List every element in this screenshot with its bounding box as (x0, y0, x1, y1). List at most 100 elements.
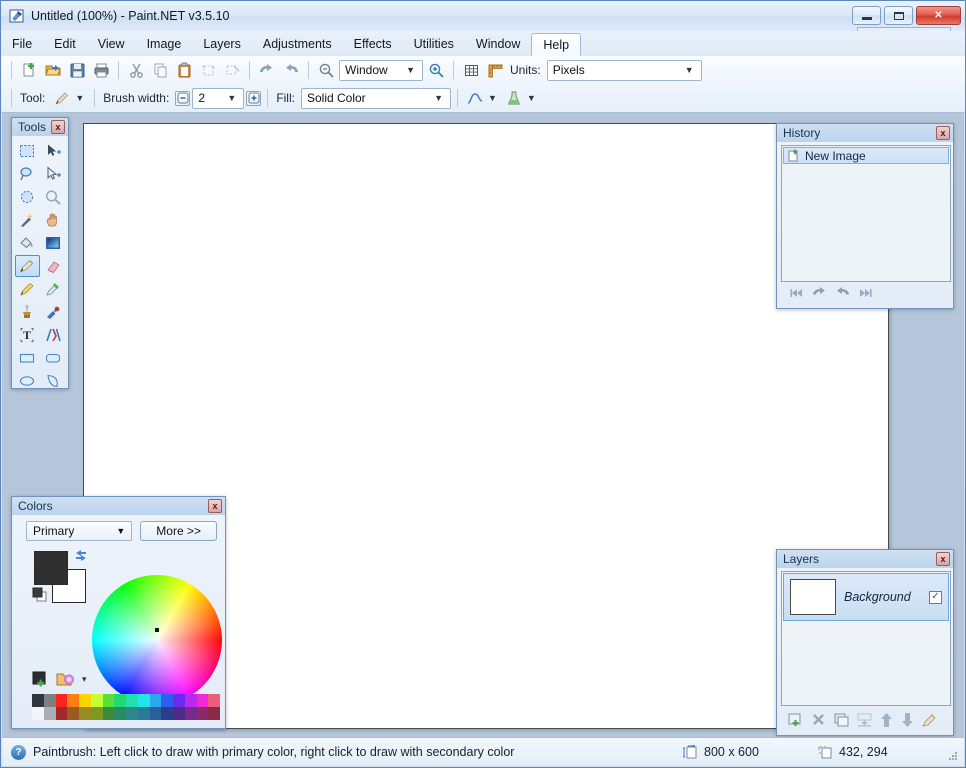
close-button[interactable]: ✕ (916, 6, 961, 25)
close-icon[interactable]: x (936, 552, 950, 566)
antialiasing-button[interactable] (464, 87, 486, 109)
palette-swatch[interactable] (138, 694, 150, 707)
duplicate-layer-button[interactable] (833, 712, 850, 728)
palette-swatch[interactable] (208, 707, 220, 720)
show-rulers-button[interactable] (484, 59, 506, 81)
resize-grip-icon[interactable] (947, 750, 959, 762)
more-colors-button[interactable]: More >> (140, 521, 217, 541)
zoom-out-button[interactable] (315, 59, 337, 81)
brush-width-input[interactable]: 2 ▼ (192, 88, 244, 109)
tool-lasso-select[interactable] (15, 163, 40, 185)
palette-swatch[interactable] (91, 707, 103, 720)
redo-button[interactable] (280, 59, 302, 81)
list-item[interactable]: New Image (783, 147, 949, 164)
tool-rectangle[interactable] (15, 347, 40, 369)
palette-dropdown-caret-icon[interactable]: ▾ (82, 674, 87, 685)
blend-mode-button[interactable] (503, 87, 525, 109)
tool-move-selected[interactable] (41, 140, 66, 162)
layer-visibility-checkbox[interactable]: ✓ (929, 591, 942, 604)
menu-layers[interactable]: Layers (192, 31, 252, 56)
primary-color-swatch[interactable] (34, 551, 68, 585)
menu-help[interactable]: Help (531, 33, 581, 56)
history-forward-all-button[interactable] (857, 286, 873, 300)
tool-paintbrush[interactable] (15, 255, 40, 277)
palette-swatch[interactable] (173, 707, 185, 720)
palette-swatch[interactable] (173, 694, 185, 707)
merge-layer-down-button[interactable] (856, 712, 873, 728)
add-to-palette-icon[interactable] (32, 671, 50, 688)
palette-swatch[interactable] (32, 694, 44, 707)
tool-text[interactable]: T (15, 324, 40, 346)
menu-image[interactable]: Image (136, 31, 193, 56)
palette-swatch[interactable] (208, 694, 220, 707)
open-image-button[interactable] (42, 59, 64, 81)
list-item[interactable]: Background ✓ (783, 573, 949, 621)
palette-swatch[interactable] (150, 694, 162, 707)
print-image-button[interactable] (90, 59, 112, 81)
tool-line-curve[interactable] (41, 324, 66, 346)
history-undo-button[interactable] (811, 286, 828, 300)
history-redo-button[interactable] (834, 286, 851, 300)
tool-move-selection[interactable] (41, 163, 66, 185)
palette-swatch[interactable] (114, 694, 126, 707)
palette-swatch[interactable] (67, 694, 79, 707)
reset-colors-icon[interactable] (32, 587, 48, 603)
menu-utilities[interactable]: Utilities (403, 31, 465, 56)
palette-swatch[interactable] (185, 694, 197, 707)
palette-swatch[interactable] (79, 707, 91, 720)
deselect-all-button[interactable] (221, 59, 243, 81)
antialias-dropdown-caret-icon[interactable]: ▼ (488, 93, 501, 103)
layers-list[interactable]: Background ✓ (781, 571, 951, 706)
blend-dropdown-caret-icon[interactable]: ▼ (527, 93, 536, 103)
palette-swatch[interactable] (185, 707, 197, 720)
palette-swatch[interactable] (197, 694, 209, 707)
tool-zoom[interactable] (41, 186, 66, 208)
tool-gradient[interactable] (41, 232, 66, 254)
tool-ellipse-select[interactable] (15, 186, 40, 208)
menu-view[interactable]: View (87, 31, 136, 56)
close-icon[interactable]: x (51, 120, 65, 134)
crop-to-selection-button[interactable] (197, 59, 219, 81)
palette-swatch[interactable] (138, 707, 150, 720)
tool-paint-bucket[interactable] (15, 232, 40, 254)
tool-freeform-shape[interactable] (41, 370, 66, 392)
history-list[interactable]: New Image (781, 145, 951, 282)
tool-dropdown-caret-icon[interactable]: ▼ (75, 93, 88, 103)
palette-swatch[interactable] (161, 694, 173, 707)
menu-file[interactable]: File (1, 31, 43, 56)
move-layer-down-button[interactable] (900, 712, 915, 728)
new-image-button[interactable] (18, 59, 40, 81)
close-icon[interactable]: x (936, 126, 950, 140)
palette-swatch[interactable] (79, 694, 91, 707)
save-image-button[interactable] (66, 59, 88, 81)
menu-effects[interactable]: Effects (343, 31, 403, 56)
menu-adjustments[interactable]: Adjustments (252, 31, 343, 56)
history-rewind-all-button[interactable] (789, 286, 805, 300)
move-layer-up-button[interactable] (879, 712, 894, 728)
tool-clone-stamp[interactable] (15, 301, 40, 323)
zoom-level-combo[interactable]: Window ▼ (339, 60, 423, 81)
tool-eraser[interactable] (41, 255, 66, 277)
tool-color-picker[interactable] (41, 278, 66, 300)
delete-layer-button[interactable] (810, 712, 827, 728)
palette-swatch[interactable] (56, 707, 68, 720)
menu-edit[interactable]: Edit (43, 31, 87, 56)
palette-swatch[interactable] (67, 707, 79, 720)
color-wheel[interactable] (92, 575, 222, 705)
zoom-in-button[interactable] (425, 59, 447, 81)
palette-swatch[interactable] (126, 694, 138, 707)
copy-button[interactable] (149, 59, 171, 81)
current-tool-button[interactable] (51, 87, 73, 109)
palette-swatch[interactable] (91, 694, 103, 707)
tool-recolor[interactable] (41, 301, 66, 323)
fill-style-combo[interactable]: Solid Color ▼ (301, 88, 451, 109)
swap-colors-icon[interactable] (74, 549, 88, 561)
tool-pencil[interactable] (15, 278, 40, 300)
paste-button[interactable] (173, 59, 195, 81)
color-target-combo[interactable]: Primary ▼ (26, 521, 132, 541)
palette-swatch[interactable] (126, 707, 138, 720)
palette-swatch[interactable] (103, 694, 115, 707)
tool-rounded-rectangle[interactable] (41, 347, 66, 369)
add-layer-button[interactable] (787, 712, 804, 728)
brush-width-increase-button[interactable] (246, 91, 261, 106)
